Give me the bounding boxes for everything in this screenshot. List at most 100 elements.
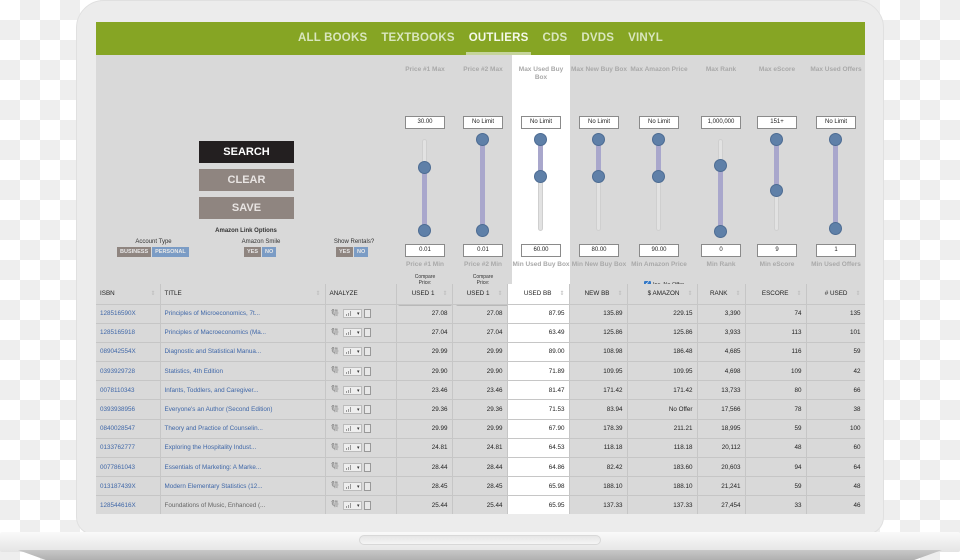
slider-min-handle[interactable] [714,225,727,238]
calculator-icon[interactable] [363,347,371,357]
show-rentals-yes[interactable]: YES [336,247,354,257]
slider-max-handle[interactable] [534,133,547,146]
column-header-amazon[interactable]: $ AMAZON ⇕ [627,284,698,305]
filter-max-input[interactable]: 30.00 [405,116,445,129]
amazon-smile-no[interactable]: NO [262,247,277,257]
title-link[interactable]: Exploring the Hospitality Indust... [160,438,326,459]
camel-icon[interactable]: 🐫 [331,482,341,490]
calculator-icon[interactable] [363,462,371,472]
chart-dropdown-icon[interactable]: ▾ [342,443,362,453]
title-link[interactable]: Everyone's an Author (Second Edition) [160,399,326,420]
calculator-icon[interactable] [363,366,371,376]
search-button[interactable]: SEARCH [199,141,294,163]
filter-min-input[interactable]: 60.00 [521,244,561,257]
filter-min-input[interactable]: 0.01 [463,244,503,257]
title-link[interactable]: Infants, Toddlers, and Caregiver... [160,380,326,401]
column-header-used-1[interactable]: USED 1 ⇕ [452,284,508,305]
camel-icon[interactable]: 🐫 [331,425,341,433]
slider-min-handle[interactable] [770,183,783,197]
title-link[interactable]: Statistics, 4th Edition [160,361,326,382]
isbn-link[interactable]: 128544616X [96,495,161,514]
calculator-icon[interactable] [363,481,371,491]
sort-icon[interactable]: ⇕ [150,290,155,297]
slider-min-handle[interactable] [592,169,605,183]
title-link[interactable]: Principles of Microeconomics, 7t... [160,304,326,324]
sort-icon[interactable]: ⇕ [687,291,692,297]
filter-min-input[interactable]: 80.00 [579,244,619,257]
account-type-personal[interactable]: PERSONAL [152,247,189,257]
filter-max-input[interactable]: 151+ [757,116,797,129]
camel-icon[interactable]: 🐫 [331,501,341,509]
column-header-isbn[interactable]: ISBN ⇕ [96,284,161,305]
slider-max-handle[interactable] [592,133,605,146]
chart-dropdown-icon[interactable]: ▾ [342,347,362,357]
calculator-icon[interactable] [363,385,371,395]
chart-dropdown-icon[interactable]: ▾ [342,405,362,415]
column-header-analyze[interactable]: ANALYZE [325,284,397,305]
column-header-new-bb[interactable]: NEW BB ⇕ [569,284,628,305]
camel-icon[interactable]: 🐫 [331,329,341,337]
camel-icon[interactable]: 🐫 [331,386,341,394]
tab-textbooks[interactable]: TEXTBOOKS [381,22,454,55]
title-link[interactable]: Principles of Macroeconomics (Ma... [160,323,326,343]
slider-min-handle[interactable] [476,224,489,238]
slider-max-handle[interactable] [652,133,665,146]
sort-icon[interactable]: ⇕ [735,291,740,297]
camel-icon[interactable]: 🐫 [331,367,341,375]
slider-max-handle[interactable] [418,160,431,174]
title-link[interactable]: Diagnostic and Statistical Manua... [160,342,326,363]
tab-vinyl[interactable]: VINYL [628,22,663,55]
column-header-escore[interactable]: ESCORE ⇕ [745,284,807,305]
isbn-link[interactable]: 0077861043 [96,457,161,478]
tab-all-books[interactable]: ALL BOOKS [298,22,367,55]
slider-max-handle[interactable] [770,133,783,146]
camel-icon[interactable]: 🐫 [331,444,341,452]
title-link[interactable]: Modern Elementary Statistics (12... [160,476,326,497]
filter-min-input[interactable]: 90.00 [639,244,679,257]
camel-icon[interactable]: 🐫 [331,348,341,356]
filter-max-input[interactable]: No Limit [463,116,503,129]
sort-icon[interactable]: ⇕ [442,291,447,297]
calculator-icon[interactable] [363,443,371,453]
slider-max-handle[interactable] [476,133,489,146]
filter-max-input[interactable]: No Limit [579,116,619,129]
calculator-icon[interactable] [363,424,371,434]
isbn-link[interactable]: 0078110343 [96,380,161,401]
filter-min-input[interactable]: 0.01 [405,244,445,257]
filter-min-input[interactable]: 0 [701,244,741,257]
sort-icon[interactable]: ⇕ [617,291,622,297]
isbn-link[interactable]: 0840028547 [96,419,161,439]
filter-max-input[interactable]: No Limit [816,116,856,129]
sort-icon[interactable]: ⇕ [796,291,801,297]
chart-dropdown-icon[interactable]: ▾ [342,328,362,338]
sort-icon[interactable]: ⇕ [559,291,564,297]
camel-icon[interactable]: 🐫 [331,310,341,318]
account-type-business[interactable]: BUSINESS [117,247,152,257]
filter-max-input[interactable]: No Limit [639,116,679,129]
sort-icon[interactable]: ⇕ [855,291,860,297]
isbn-link[interactable]: 089042554X [96,342,161,363]
chart-dropdown-icon[interactable]: ▾ [342,309,362,319]
camel-icon[interactable]: 🐫 [331,406,341,414]
slider-min-handle[interactable] [534,169,547,183]
column-header-used[interactable]: # USED ⇕ [806,284,865,305]
save-button[interactable]: SAVE [199,197,294,219]
chart-dropdown-icon[interactable]: ▾ [342,462,362,472]
calculator-icon[interactable] [363,328,371,338]
title-link[interactable]: Essentials of Marketing: A Marke... [160,457,326,478]
tab-outliers[interactable]: OUTLIERS [465,22,532,55]
slider-min-handle[interactable] [652,169,665,183]
sort-icon[interactable]: ⇕ [315,290,320,297]
amazon-smile-yes[interactable]: YES [244,247,262,257]
chart-dropdown-icon[interactable]: ▾ [342,481,362,491]
clear-button[interactable]: CLEAR [199,169,294,191]
chart-dropdown-icon[interactable]: ▾ [342,500,362,510]
filter-min-input[interactable]: 9 [757,244,797,257]
isbn-link[interactable]: 013187439X [96,476,161,497]
filter-min-input[interactable]: 1 [816,244,856,257]
calculator-icon[interactable] [363,309,371,319]
calculator-icon[interactable] [363,500,371,510]
chart-dropdown-icon[interactable]: ▾ [342,424,362,434]
isbn-link[interactable]: 0393938956 [96,399,161,420]
column-header-used-1[interactable]: USED 1 ⇕ [396,284,453,305]
